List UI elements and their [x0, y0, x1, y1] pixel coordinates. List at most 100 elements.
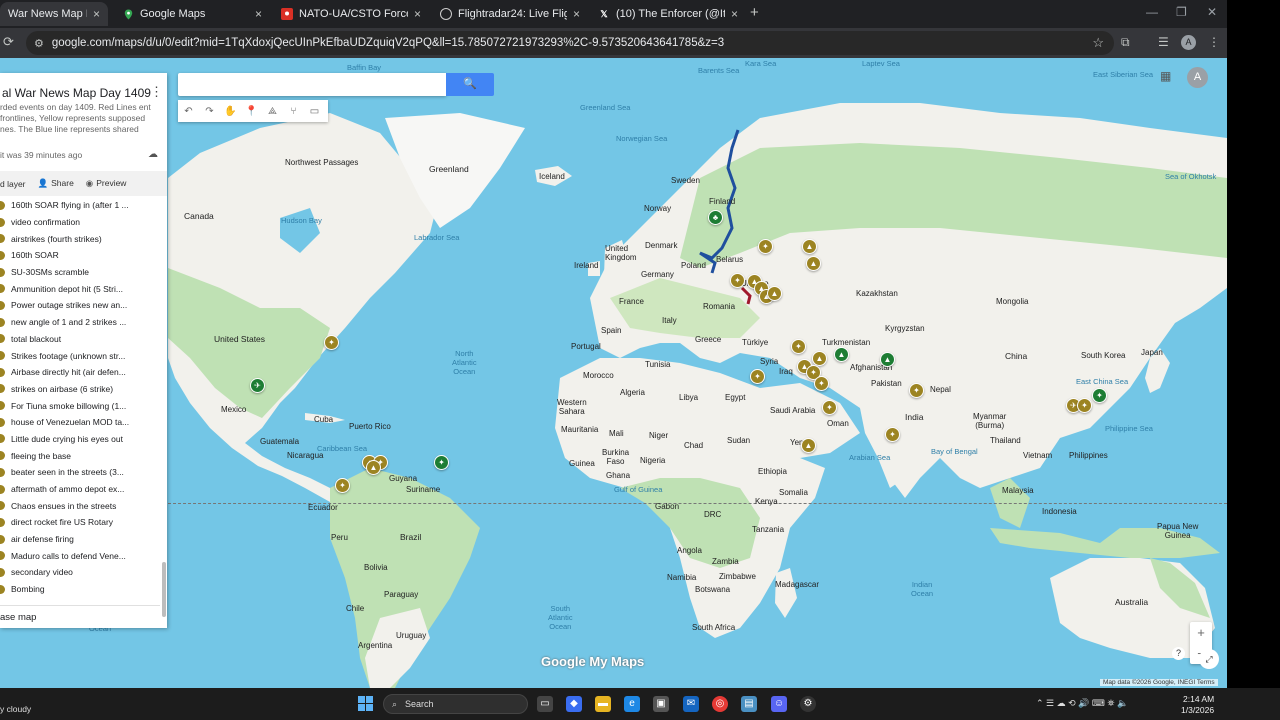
tab-the-enforcer[interactable]: 𝕏 (10) The Enforcer (@ItsTheEnfo ×	[590, 2, 746, 26]
search-button[interactable]: 🔍	[446, 73, 494, 96]
measure-ruler-icon[interactable]: ▭	[304, 106, 325, 117]
weather-widget[interactable]: y cloudy	[0, 704, 31, 714]
copilot-icon[interactable]: ◆	[566, 696, 582, 712]
url-text[interactable]: google.com/maps/d/u/0/edit?mid=1TqXdoxjQ…	[52, 37, 724, 49]
system-tray[interactable]: ⌃ ☰ ☁ ⟲ 🔊 ⌨ ⛯ 🔈	[1036, 698, 1128, 709]
file-explorer-icon[interactable]: ▬	[595, 696, 611, 712]
preview-button[interactable]: ◉ Preview	[86, 178, 127, 189]
task-view-icon[interactable]: ▭	[537, 696, 553, 712]
reading-list-icon[interactable]: ☰	[1158, 35, 1169, 49]
map-marker-icon[interactable]: ✦	[791, 339, 806, 354]
edge-browser-icon[interactable]: e	[624, 696, 640, 712]
close-window-button[interactable]: ✕	[1207, 5, 1217, 19]
map-canvas[interactable]: Baffin Bay Kara Sea Laptev Sea East Sibe…	[0, 58, 1227, 688]
tab-nato-force-disposition[interactable]: NATO-UA/CSTO Force Disposit ×	[273, 2, 429, 26]
layer-list-item[interactable]: Ammunition depot hit (5 Stri...	[0, 280, 165, 297]
map-marker-icon[interactable]: ✦	[324, 335, 339, 350]
layer-list-item[interactable]: new angle of 1 and 2 strikes ...	[0, 314, 165, 331]
layer-list-item[interactable]: Little dude crying his eyes out	[0, 431, 165, 448]
map-marker-icon[interactable]: ▲	[880, 352, 895, 367]
layer-list-item[interactable]: beater seen in the streets (3...	[0, 464, 165, 481]
layer-list-item[interactable]: house of Venezuelan MOD ta...	[0, 414, 165, 431]
map-marker-icon[interactable]: ✦	[1092, 388, 1107, 403]
bookmark-star-icon[interactable]: ☆	[1092, 35, 1104, 51]
redo-icon[interactable]: ↷	[199, 106, 220, 117]
layer-list-item[interactable]: direct rocket fire US Rotary	[0, 514, 165, 531]
tab-google-maps[interactable]: Google Maps ×	[114, 2, 270, 26]
map-marker-icon[interactable]: ✦	[885, 427, 900, 442]
new-tab-button[interactable]: +	[750, 4, 766, 22]
google-apps-grid-icon[interactable]: ▦	[1160, 69, 1171, 83]
map-marker-icon[interactable]: ✦	[822, 400, 837, 415]
steam-icon[interactable]: ⚙	[800, 696, 816, 712]
discord-icon[interactable]: ☺	[771, 696, 787, 712]
tab-war-news-map[interactable]: War News Map Day 140 ×	[0, 2, 108, 26]
map-marker-icon[interactable]: ✦	[758, 239, 773, 254]
map-marker-icon[interactable]: ✦	[434, 455, 449, 470]
minimize-button[interactable]: —	[1146, 5, 1158, 19]
layer-list-item[interactable]: fleeing the base	[0, 447, 165, 464]
site-info-icon[interactable]: ⚙	[34, 37, 44, 50]
layer-list-item[interactable]: Bombing	[0, 581, 165, 598]
map-search-input[interactable]	[178, 73, 446, 96]
restore-button[interactable]: ❐	[1176, 5, 1187, 19]
map-marker-icon[interactable]: ✦	[335, 478, 350, 493]
map-marker-icon[interactable]: ✦	[909, 383, 924, 398]
tab-close-icon[interactable]: ×	[573, 7, 580, 21]
tab-close-icon[interactable]: ×	[93, 7, 100, 21]
layer-list-item[interactable]: Strikes footage (unknown str...	[0, 347, 165, 364]
windows-start-icon[interactable]	[358, 696, 374, 712]
map-marker-icon[interactable]: ✦	[750, 369, 765, 384]
tab-flightradar24[interactable]: Flightradar24: Live Flight Tracke ×	[432, 2, 588, 26]
layer-list-item[interactable]: Airbase directly hit (air defen...	[0, 364, 165, 381]
layer-list-item[interactable]: For Tiuna smoke billowing (1...	[0, 397, 165, 414]
map-attribution[interactable]: Map data ©2026 Google, INEGI Terms	[1100, 679, 1218, 686]
map-marker-icon[interactable]: ▲	[767, 286, 782, 301]
layer-list-item[interactable]: Chaos ensues in the streets	[0, 497, 165, 514]
app-icon[interactable]: ▤	[741, 696, 757, 712]
layer-list-item[interactable]: air defense firing	[0, 531, 165, 548]
layer-list-item[interactable]: total blackout	[0, 331, 165, 348]
tab-close-icon[interactable]: ×	[731, 7, 738, 21]
map-marker-icon[interactable]: ✦	[1077, 398, 1092, 413]
draw-line-icon[interactable]: ⟁	[262, 106, 283, 117]
more-options-icon[interactable]: ⋮	[150, 84, 163, 100]
map-marker-icon[interactable]: ▲	[366, 460, 381, 475]
reload-icon[interactable]: ⟳	[3, 34, 14, 50]
map-marker-icon[interactable]: ▲	[806, 256, 821, 271]
add-layer-button[interactable]: d layer	[0, 179, 26, 189]
layer-list-item[interactable]: secondary video	[0, 564, 165, 581]
account-avatar[interactable]: A	[1187, 67, 1208, 88]
hand-pan-icon[interactable]: ✋	[220, 106, 241, 117]
browser-menu-icon[interactable]: ⋮	[1208, 35, 1220, 49]
layer-list-item[interactable]: aftermath of ammo depot ex...	[0, 481, 165, 498]
layer-list-item[interactable]: SU-30SMs scramble	[0, 264, 165, 281]
chrome-icon[interactable]: ◎	[712, 696, 728, 712]
zoom-in-button[interactable]: +	[1190, 622, 1212, 643]
mail-icon[interactable]: ✉	[683, 696, 699, 712]
map-marker-icon[interactable]: ▲	[802, 239, 817, 254]
store-icon[interactable]: ▣	[653, 696, 669, 712]
map-marker-icon[interactable]: ✦	[730, 273, 745, 288]
clock-date[interactable]: 1/3/2026	[1181, 705, 1214, 715]
profile-avatar[interactable]: A	[1181, 35, 1196, 50]
map-marker-icon[interactable]: ✦	[814, 376, 829, 391]
add-marker-icon[interactable]: 📍	[241, 106, 262, 117]
help-icon[interactable]: ?	[1172, 647, 1185, 660]
layer-list-item[interactable]: Maduro calls to defend Vene...	[0, 547, 165, 564]
map-marker-icon[interactable]: ▲	[834, 347, 849, 362]
address-bar[interactable]: ⚙ google.com/maps/d/u/0/edit?mid=1TqXdox…	[26, 31, 1114, 55]
base-map-section[interactable]: ase map	[0, 612, 36, 623]
tab-close-icon[interactable]: ×	[414, 7, 421, 21]
panel-scrollbar[interactable]	[162, 562, 166, 617]
location-icon[interactable]: ⤢	[1199, 649, 1219, 669]
map-marker-icon[interactable]: ▲	[801, 438, 816, 453]
layer-list-item[interactable]: airstrikes (fourth strikes)	[0, 230, 165, 247]
taskbar-search-box[interactable]: ⌕ Search	[383, 694, 528, 714]
layer-list-item[interactable]: strikes on airbase (6 strike)	[0, 381, 165, 398]
undo-icon[interactable]: ↶	[178, 106, 199, 117]
clock-time[interactable]: 2:14 AM	[1183, 694, 1214, 704]
directions-icon[interactable]: ⑂	[283, 106, 304, 117]
tab-close-icon[interactable]: ×	[255, 7, 262, 21]
layer-list-item[interactable]: 160th SOAR	[0, 247, 165, 264]
